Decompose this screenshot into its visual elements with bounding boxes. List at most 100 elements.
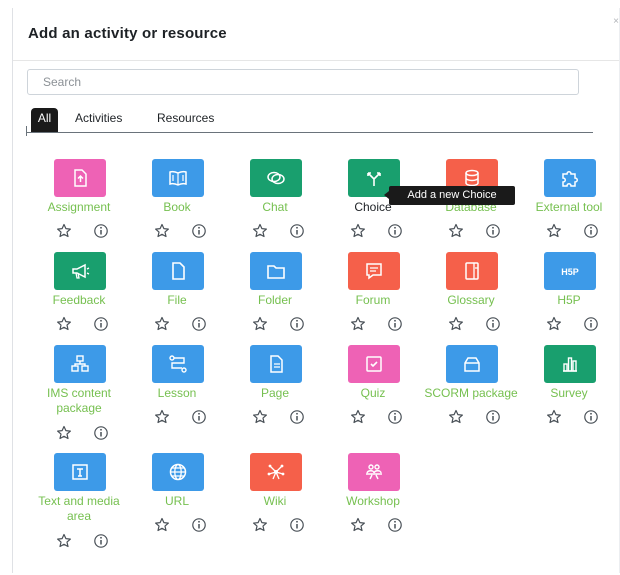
activity-item-survey[interactable]: Survey [519,345,619,445]
activity-label[interactable]: External tool [513,200,620,215]
star-icon[interactable] [56,223,72,239]
assignment-icon[interactable] [54,159,106,197]
tab-all[interactable]: All [31,108,58,132]
scorm-icon[interactable] [446,345,498,383]
info-icon[interactable] [93,223,109,239]
quiz-icon[interactable] [348,345,400,383]
info-icon[interactable] [191,409,207,425]
star-icon[interactable] [252,223,268,239]
info-icon[interactable] [387,316,403,332]
activity-label[interactable]: Folder [219,293,331,308]
info-icon[interactable] [583,223,599,239]
star-icon[interactable] [546,409,562,425]
activity-item-database[interactable]: Database [421,159,521,259]
info-icon[interactable] [387,517,403,533]
star-icon[interactable] [448,316,464,332]
activity-label[interactable]: Assignment [23,200,135,215]
star-icon[interactable] [448,223,464,239]
star-icon[interactable] [56,316,72,332]
info-icon[interactable] [191,223,207,239]
info-icon[interactable] [289,409,305,425]
activity-item-folder[interactable]: Folder [225,252,325,352]
activity-label[interactable]: Page [219,386,331,401]
package-icon[interactable] [54,345,106,383]
activity-label[interactable]: Chat [219,200,331,215]
activity-item-file[interactable]: File [127,252,227,352]
activity-item-page[interactable]: Page [225,345,325,445]
megaphone-icon[interactable] [54,252,106,290]
activity-label[interactable]: Workshop [317,494,429,509]
star-icon[interactable] [350,517,366,533]
star-icon[interactable] [350,223,366,239]
book-icon[interactable] [152,159,204,197]
star-icon[interactable] [350,409,366,425]
activity-item-assignment[interactable]: Assignment [29,159,129,259]
activity-label[interactable]: File [121,293,233,308]
star-icon[interactable] [154,517,170,533]
page-icon[interactable] [250,345,302,383]
info-icon[interactable] [289,517,305,533]
search-input[interactable] [27,69,579,95]
star-icon[interactable] [154,316,170,332]
star-icon[interactable] [252,409,268,425]
star-icon[interactable] [252,517,268,533]
activity-item-external-tool[interactable]: External tool [519,159,619,259]
star-icon[interactable] [56,533,72,549]
activity-item-chat[interactable]: Chat [225,159,325,259]
star-icon[interactable] [154,409,170,425]
info-icon[interactable] [93,533,109,549]
activity-item-h5p[interactable]: H5P H5P [519,252,619,352]
activity-label[interactable]: Quiz [317,386,429,401]
tab-activities[interactable]: Activities [75,108,122,132]
activity-label[interactable]: Forum [317,293,429,308]
star-icon[interactable] [546,316,562,332]
activity-item-text-and-media-area[interactable]: Text and media area [29,453,129,553]
activity-label[interactable]: Feedback [23,293,135,308]
workshop-icon[interactable] [348,453,400,491]
activity-label[interactable]: Survey [513,386,620,401]
lesson-icon[interactable] [152,345,204,383]
info-icon[interactable] [387,409,403,425]
forum-icon[interactable] [348,252,400,290]
activity-item-choice[interactable]: Choice [323,159,423,259]
info-icon[interactable] [387,223,403,239]
info-icon[interactable] [93,425,109,441]
activity-label[interactable]: SCORM package [415,386,527,401]
info-icon[interactable] [191,517,207,533]
activity-item-quiz[interactable]: Quiz [323,345,423,445]
star-icon[interactable] [252,316,268,332]
activity-item-forum[interactable]: Forum [323,252,423,352]
h5p-icon[interactable]: H5P [544,252,596,290]
activity-label[interactable]: Glossary [415,293,527,308]
info-icon[interactable] [583,409,599,425]
info-icon[interactable] [583,316,599,332]
activity-label[interactable]: Lesson [121,386,233,401]
info-icon[interactable] [485,223,501,239]
info-icon[interactable] [191,316,207,332]
star-icon[interactable] [154,223,170,239]
star-icon[interactable] [56,425,72,441]
glossary-icon[interactable] [446,252,498,290]
file-icon[interactable] [152,252,204,290]
activity-item-workshop[interactable]: Workshop [323,453,423,553]
globe-icon[interactable] [152,453,204,491]
activity-label[interactable]: Text and media area [37,494,121,524]
activity-item-lesson[interactable]: Lesson [127,345,227,445]
text-media-icon[interactable] [54,453,106,491]
chat-icon[interactable] [250,159,302,197]
activity-label[interactable]: Book [121,200,233,215]
activity-item-url[interactable]: URL [127,453,227,553]
star-icon[interactable] [546,223,562,239]
activity-item-feedback[interactable]: Feedback [29,252,129,352]
info-icon[interactable] [485,316,501,332]
activity-label[interactable]: IMS content package [37,386,121,416]
star-icon[interactable] [350,316,366,332]
activity-label[interactable]: H5P [513,293,620,308]
info-icon[interactable] [289,316,305,332]
puzzle-icon[interactable] [544,159,596,197]
activity-item-book[interactable]: Book [127,159,227,259]
activity-item-ims-content-package[interactable]: IMS content package [29,345,129,445]
info-icon[interactable] [289,223,305,239]
folder-icon[interactable] [250,252,302,290]
survey-icon[interactable] [544,345,596,383]
